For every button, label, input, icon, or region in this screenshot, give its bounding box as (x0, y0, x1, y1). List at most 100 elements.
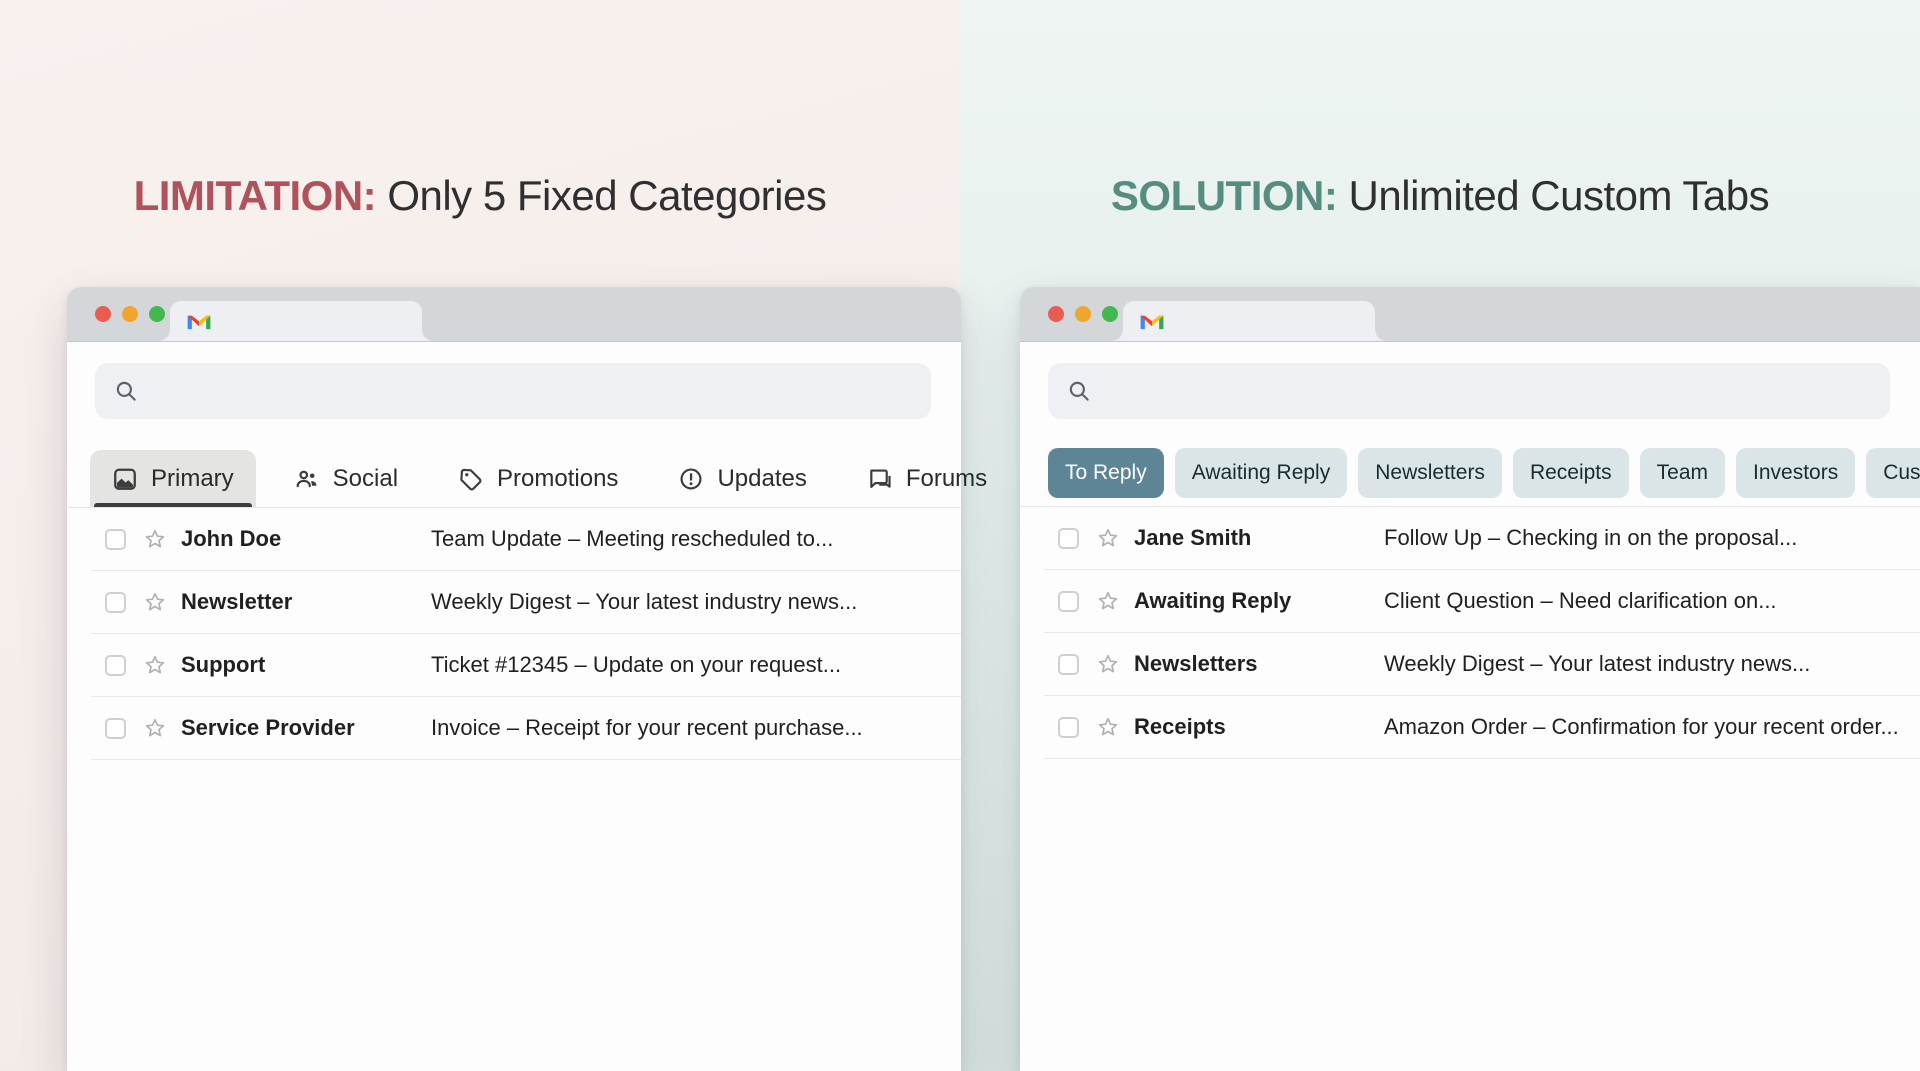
primary-inbox-icon (112, 466, 138, 492)
email-subject: Weekly Digest – Your latest industry new… (1384, 651, 1920, 677)
search-input[interactable] (1104, 377, 1872, 405)
gmail-logo-icon (186, 311, 212, 331)
browser-tab-gmail[interactable] (1123, 301, 1375, 341)
star-icon[interactable] (1096, 715, 1120, 739)
close-button[interactable] (1048, 306, 1064, 322)
select-checkbox[interactable] (1058, 591, 1079, 612)
email-sender: Jane Smith (1134, 525, 1384, 551)
search-bar[interactable] (95, 363, 931, 419)
search-icon (1066, 378, 1092, 404)
tab-label: Updates (717, 465, 806, 493)
tag-icon (458, 466, 484, 492)
tab-team[interactable]: Team (1640, 448, 1725, 498)
select-checkbox[interactable] (105, 718, 126, 739)
select-checkbox[interactable] (105, 529, 126, 550)
email-sender: John Doe (181, 526, 431, 552)
solution-headline-rest: Unlimited Custom Tabs (1337, 172, 1769, 219)
search-bar[interactable] (1048, 363, 1890, 419)
minimize-button[interactable] (1075, 306, 1091, 322)
tab-updates[interactable]: Updates (656, 450, 828, 507)
email-subject: Client Question – Need clarification on.… (1384, 588, 1920, 614)
email-sender: Receipts (1134, 714, 1384, 740)
email-subject: Follow Up – Checking in on the proposal.… (1384, 525, 1920, 551)
tab-newsletters[interactable]: Newsletters (1358, 448, 1502, 498)
tab-label: Promotions (497, 465, 618, 493)
select-checkbox[interactable] (1058, 717, 1079, 738)
tab-label: Customers (1883, 461, 1920, 485)
tab-label: Receipts (1530, 461, 1612, 485)
tab-social[interactable]: Social (272, 450, 420, 507)
star-icon[interactable] (1096, 526, 1120, 550)
limitation-headline-highlight: LIMITATION: (134, 172, 377, 219)
gmail-window-fixed-categories: Primary Social Promotions (67, 287, 961, 1071)
limitation-headline: LIMITATION: Only 5 Fixed Categories (0, 170, 960, 222)
tab-label: Forums (906, 465, 987, 493)
category-tabs: Primary Social Promotions (67, 450, 961, 508)
browser-tab-gmail[interactable] (170, 301, 422, 341)
tab-label: Social (333, 465, 398, 493)
custom-tabs: To Reply Awaiting Reply Newsletters Rece… (1020, 448, 1920, 507)
email-subject: Ticket #12345 – Update on your request..… (431, 652, 961, 678)
people-icon (294, 466, 320, 492)
tab-investors[interactable]: Investors (1736, 448, 1855, 498)
zoom-button[interactable] (1102, 306, 1118, 322)
email-sender: Support (181, 652, 431, 678)
chat-bubble-icon (867, 466, 893, 492)
tab-label: Investors (1753, 461, 1838, 485)
solution-headline: SOLUTION: Unlimited Custom Tabs (960, 170, 1920, 222)
star-icon[interactable] (143, 653, 167, 677)
gmail-logo-icon (1139, 311, 1165, 331)
email-row[interactable]: Support Ticket #12345 – Update on your r… (91, 634, 961, 697)
star-icon[interactable] (1096, 652, 1120, 676)
email-row[interactable]: Jane Smith Follow Up – Checking in on th… (1044, 507, 1920, 570)
email-subject: Team Update – Meeting rescheduled to... (431, 526, 961, 552)
window-titlebar (67, 287, 961, 342)
comparison-graphic: LIMITATION: Only 5 Fixed Categories SOLU… (0, 0, 1920, 1071)
tab-label: Awaiting Reply (1192, 461, 1331, 485)
limitation-headline-rest: Only 5 Fixed Categories (376, 172, 826, 219)
email-sender: Service Provider (181, 715, 431, 741)
select-checkbox[interactable] (1058, 654, 1079, 675)
traffic-lights (95, 306, 165, 322)
zoom-button[interactable] (149, 306, 165, 322)
tab-label: Newsletters (1375, 461, 1485, 485)
select-checkbox[interactable] (105, 592, 126, 613)
email-row[interactable]: John Doe Team Update – Meeting reschedul… (91, 508, 961, 571)
tab-label: To Reply (1065, 461, 1147, 485)
email-sender: Awaiting Reply (1134, 588, 1384, 614)
tab-to-reply[interactable]: To Reply (1048, 448, 1164, 498)
star-icon[interactable] (1096, 589, 1120, 613)
minimize-button[interactable] (122, 306, 138, 322)
solution-headline-highlight: SOLUTION: (1111, 172, 1337, 219)
tab-receipts[interactable]: Receipts (1513, 448, 1629, 498)
tab-promotions[interactable]: Promotions (436, 450, 640, 507)
select-checkbox[interactable] (105, 655, 126, 676)
email-list: Jane Smith Follow Up – Checking in on th… (1020, 507, 1920, 759)
star-icon[interactable] (143, 527, 167, 551)
email-list: John Doe Team Update – Meeting reschedul… (67, 508, 961, 760)
close-button[interactable] (95, 306, 111, 322)
tab-awaiting-reply[interactable]: Awaiting Reply (1175, 448, 1348, 498)
star-icon[interactable] (143, 716, 167, 740)
alert-circle-icon (678, 466, 704, 492)
email-row[interactable]: Service Provider Invoice – Receipt for y… (91, 697, 961, 760)
email-row[interactable]: Awaiting Reply Client Question – Need cl… (1044, 570, 1920, 633)
email-sender: Newsletters (1134, 651, 1384, 677)
tab-primary[interactable]: Primary (90, 450, 256, 507)
email-row[interactable]: Newsletter Weekly Digest – Your latest i… (91, 571, 961, 634)
tab-forums[interactable]: Forums (845, 450, 1009, 507)
search-input[interactable] (151, 377, 913, 405)
traffic-lights (1048, 306, 1118, 322)
gmail-window-custom-tabs: To Reply Awaiting Reply Newsletters Rece… (1020, 287, 1920, 1071)
tab-customers[interactable]: Customers (1866, 448, 1920, 498)
email-subject: Invoice – Receipt for your recent purcha… (431, 715, 961, 741)
email-sender: Newsletter (181, 589, 431, 615)
email-row[interactable]: Newsletters Weekly Digest – Your latest … (1044, 633, 1920, 696)
tab-label: Team (1657, 461, 1708, 485)
star-icon[interactable] (143, 590, 167, 614)
email-subject: Weekly Digest – Your latest industry new… (431, 589, 961, 615)
window-titlebar (1020, 287, 1920, 342)
email-row[interactable]: Receipts Amazon Order – Confirmation for… (1044, 696, 1920, 759)
select-checkbox[interactable] (1058, 528, 1079, 549)
search-icon (113, 378, 139, 404)
